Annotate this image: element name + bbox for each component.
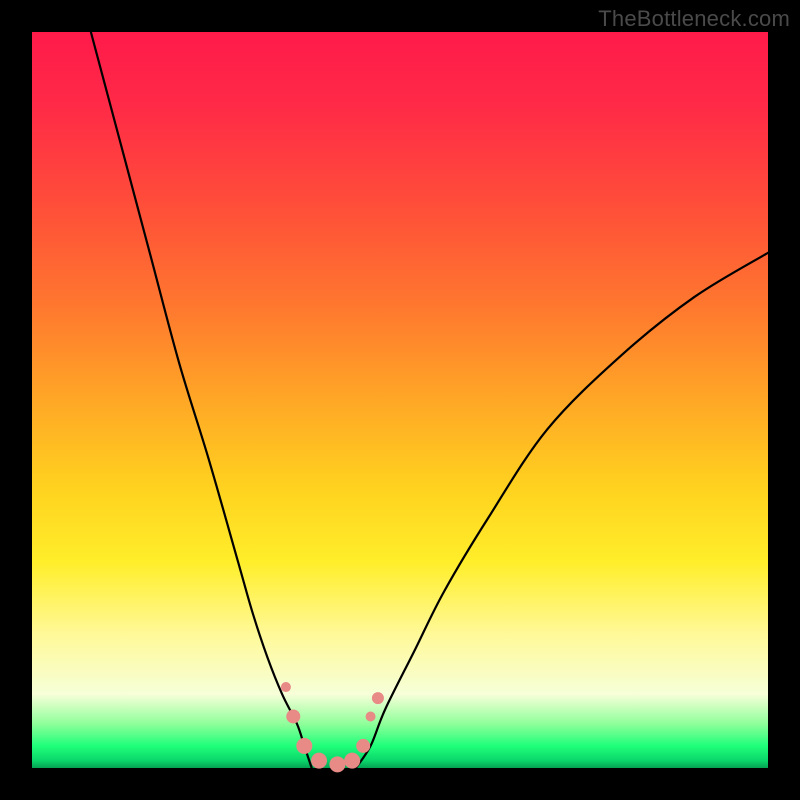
valley-dot bbox=[311, 753, 327, 769]
curve-left-branch bbox=[91, 32, 312, 768]
valley-dot bbox=[329, 756, 345, 772]
curve-right-branch bbox=[356, 253, 768, 768]
plot-area bbox=[32, 32, 768, 768]
chart-frame: TheBottleneck.com bbox=[0, 0, 800, 800]
valley-dot bbox=[356, 739, 370, 753]
curve-layer bbox=[32, 32, 768, 768]
valley-dots bbox=[281, 682, 384, 772]
watermark-text: TheBottleneck.com bbox=[598, 6, 790, 32]
valley-dot bbox=[281, 682, 291, 692]
valley-dot bbox=[366, 711, 376, 721]
valley-dot bbox=[372, 692, 384, 704]
valley-dot bbox=[296, 738, 312, 754]
valley-dot bbox=[344, 753, 360, 769]
valley-dot bbox=[286, 709, 300, 723]
